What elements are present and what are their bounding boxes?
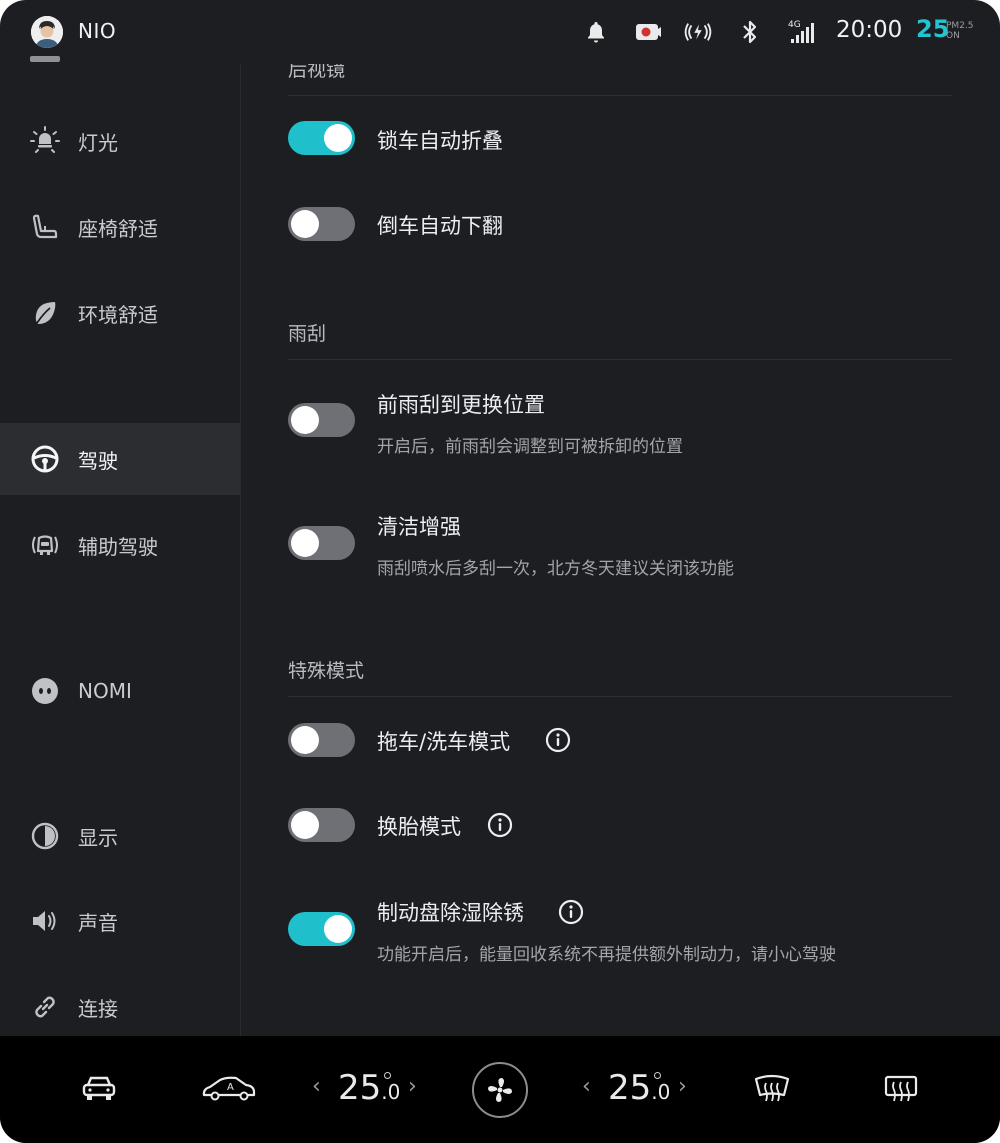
left-temp-dec: .0 (381, 1080, 401, 1104)
sidebar-item-nomi[interactable]: NOMI (0, 655, 240, 727)
sidebar-item-display[interactable]: 显示 (0, 800, 240, 872)
degree-symbol (654, 1072, 661, 1079)
option-label: 前雨刮到更换位置 (377, 393, 545, 417)
sidebar-item-label: 显示 (78, 825, 118, 850)
user-avatar[interactable] (31, 16, 63, 48)
sidebar-item-label: 环境舒适 (78, 302, 158, 327)
clock-time: 20:00 (836, 17, 903, 43)
sidebar-item-connection[interactable]: 连接 (0, 971, 240, 1043)
info-icon[interactable] (558, 899, 584, 925)
left-temp-display: 25.0 (338, 1068, 400, 1108)
toggle-auto-fold-on-lock[interactable] (288, 121, 355, 155)
option-label: 倒车自动下翻 (377, 214, 503, 238)
right-temp-increase[interactable]: › (678, 1074, 687, 1099)
toggle-knob (324, 915, 352, 943)
front-defrost-icon[interactable] (752, 1072, 792, 1106)
dashcam-record-icon[interactable] (634, 18, 662, 46)
option-description: 功能开启后，能量回收系统不再提供额外制动力，请小心驾驶 (377, 945, 836, 965)
aqi-value: 25 (916, 15, 950, 43)
toggle-tow-wash-mode[interactable] (288, 723, 355, 757)
sidebar-item-lighting[interactable]: 灯光 (0, 105, 240, 177)
divider (288, 696, 952, 697)
sidebar-item-label: 辅助驾驶 (78, 534, 158, 559)
left-temp-decrease[interactable]: ‹ (312, 1074, 321, 1099)
aqi-unit-top: PM2.5 (946, 21, 974, 31)
display-contrast-icon (30, 821, 60, 851)
left-temp-int: 25 (338, 1068, 382, 1108)
partial-item-icon (30, 56, 60, 62)
option-label: 制动盘除湿除锈 (377, 901, 524, 925)
screen: NIO 4G 20:00 25 PM2.5 ON 灯光 座椅舒适 环境舒适 驾驶… (0, 0, 1000, 1143)
option-label: 拖车/洗车模式 (377, 730, 511, 754)
option-label: 换胎模式 (377, 815, 461, 839)
sidebar-item-driving[interactable]: 驾驶 (0, 423, 240, 495)
sidebar-item-label: 座椅舒适 (78, 216, 158, 241)
aqi-unit-bottom: ON (946, 31, 960, 41)
fan-icon[interactable] (472, 1062, 528, 1118)
leaf-icon (30, 298, 60, 328)
rear-defrost-icon[interactable] (882, 1072, 920, 1106)
sidebar-item-label: NOMI (78, 679, 132, 703)
sidebar-item-label: 连接 (78, 996, 118, 1021)
toggle-tire-change-mode[interactable] (288, 808, 355, 842)
toggle-knob (324, 124, 352, 152)
seat-icon (30, 212, 60, 242)
toggle-knob (291, 406, 319, 434)
status-bar: NIO 4G 20:00 25 PM2.5 ON (0, 0, 1000, 64)
option-description: 雨刮喷水后多刮一次，北方冬天建议关闭该功能 (377, 559, 734, 579)
section-title-mirror: 后视镜 (288, 64, 346, 81)
toggle-wiper-service-position[interactable] (288, 403, 355, 437)
option-label: 锁车自动折叠 (377, 129, 503, 153)
aqi-unit: PM2.5 ON (946, 21, 974, 41)
bluetooth-icon[interactable] (736, 18, 764, 46)
speaker-icon (30, 906, 60, 936)
right-temp-display: 25.0 (608, 1068, 670, 1108)
bell-icon[interactable] (582, 18, 610, 46)
info-icon[interactable] (487, 812, 513, 838)
toggle-knob (291, 529, 319, 557)
sidebar-item-label: 声音 (78, 910, 118, 935)
nomi-face-icon (30, 676, 60, 706)
light-bulb-icon (30, 126, 60, 156)
toggle-clean-boost[interactable] (288, 526, 355, 560)
toggle-knob (291, 726, 319, 754)
toggle-brake-disc-dry[interactable] (288, 912, 355, 946)
steering-wheel-icon (30, 444, 60, 474)
info-icon[interactable] (545, 727, 571, 753)
degree-symbol (384, 1072, 391, 1079)
sidebar-item-driver-assist[interactable]: 辅助驾驶 (0, 509, 240, 581)
climate-dock: A ‹ 25.0 › ‹ 25.0 › (0, 1036, 1000, 1143)
option-description: 开启后，前雨刮会调整到可被拆卸的位置 (377, 437, 683, 457)
divider (288, 359, 952, 360)
sidebar-item-label: 灯光 (78, 130, 118, 155)
toggle-knob (291, 811, 319, 839)
brand-name: NIO (78, 19, 117, 43)
cellular-signal-icon: 4G (788, 18, 818, 46)
wireless-signal-icon (684, 18, 712, 46)
link-icon (30, 992, 60, 1022)
section-title-special-modes: 特殊模式 (288, 660, 365, 682)
sidebar-item-label: 驾驶 (78, 448, 118, 473)
sidebar-item-sound[interactable]: 声音 (0, 885, 240, 957)
right-temp-decrease[interactable]: ‹ (582, 1074, 591, 1099)
auto-climate-car-icon[interactable]: A (200, 1072, 258, 1104)
svg-text:A: A (227, 1082, 234, 1093)
driver-assist-icon (30, 530, 60, 560)
section-title-wiper: 雨刮 (288, 323, 327, 345)
svg-text:4G: 4G (788, 20, 801, 30)
settings-content: 后视镜 锁车自动折叠 倒车自动下翻 雨刮 前雨刮到更换位置 开启后，前雨刮会调整… (241, 64, 1000, 1036)
toggle-reverse-tilt-down[interactable] (288, 207, 355, 241)
settings-sidebar: 灯光 座椅舒适 环境舒适 驾驶 辅助驾驶 NOMI 显示 声音 连接 (0, 56, 240, 1036)
right-temp-int: 25 (608, 1068, 652, 1108)
divider (288, 95, 952, 96)
left-temp-increase[interactable]: › (408, 1074, 417, 1099)
sidebar-item-seat-comfort[interactable]: 座椅舒适 (0, 191, 240, 263)
option-label: 清洁增强 (377, 515, 461, 539)
toggle-knob (291, 210, 319, 238)
sidebar-item-environment-comfort[interactable]: 环境舒适 (0, 277, 240, 349)
right-temp-dec: .0 (651, 1080, 671, 1104)
car-icon[interactable] (80, 1072, 118, 1104)
